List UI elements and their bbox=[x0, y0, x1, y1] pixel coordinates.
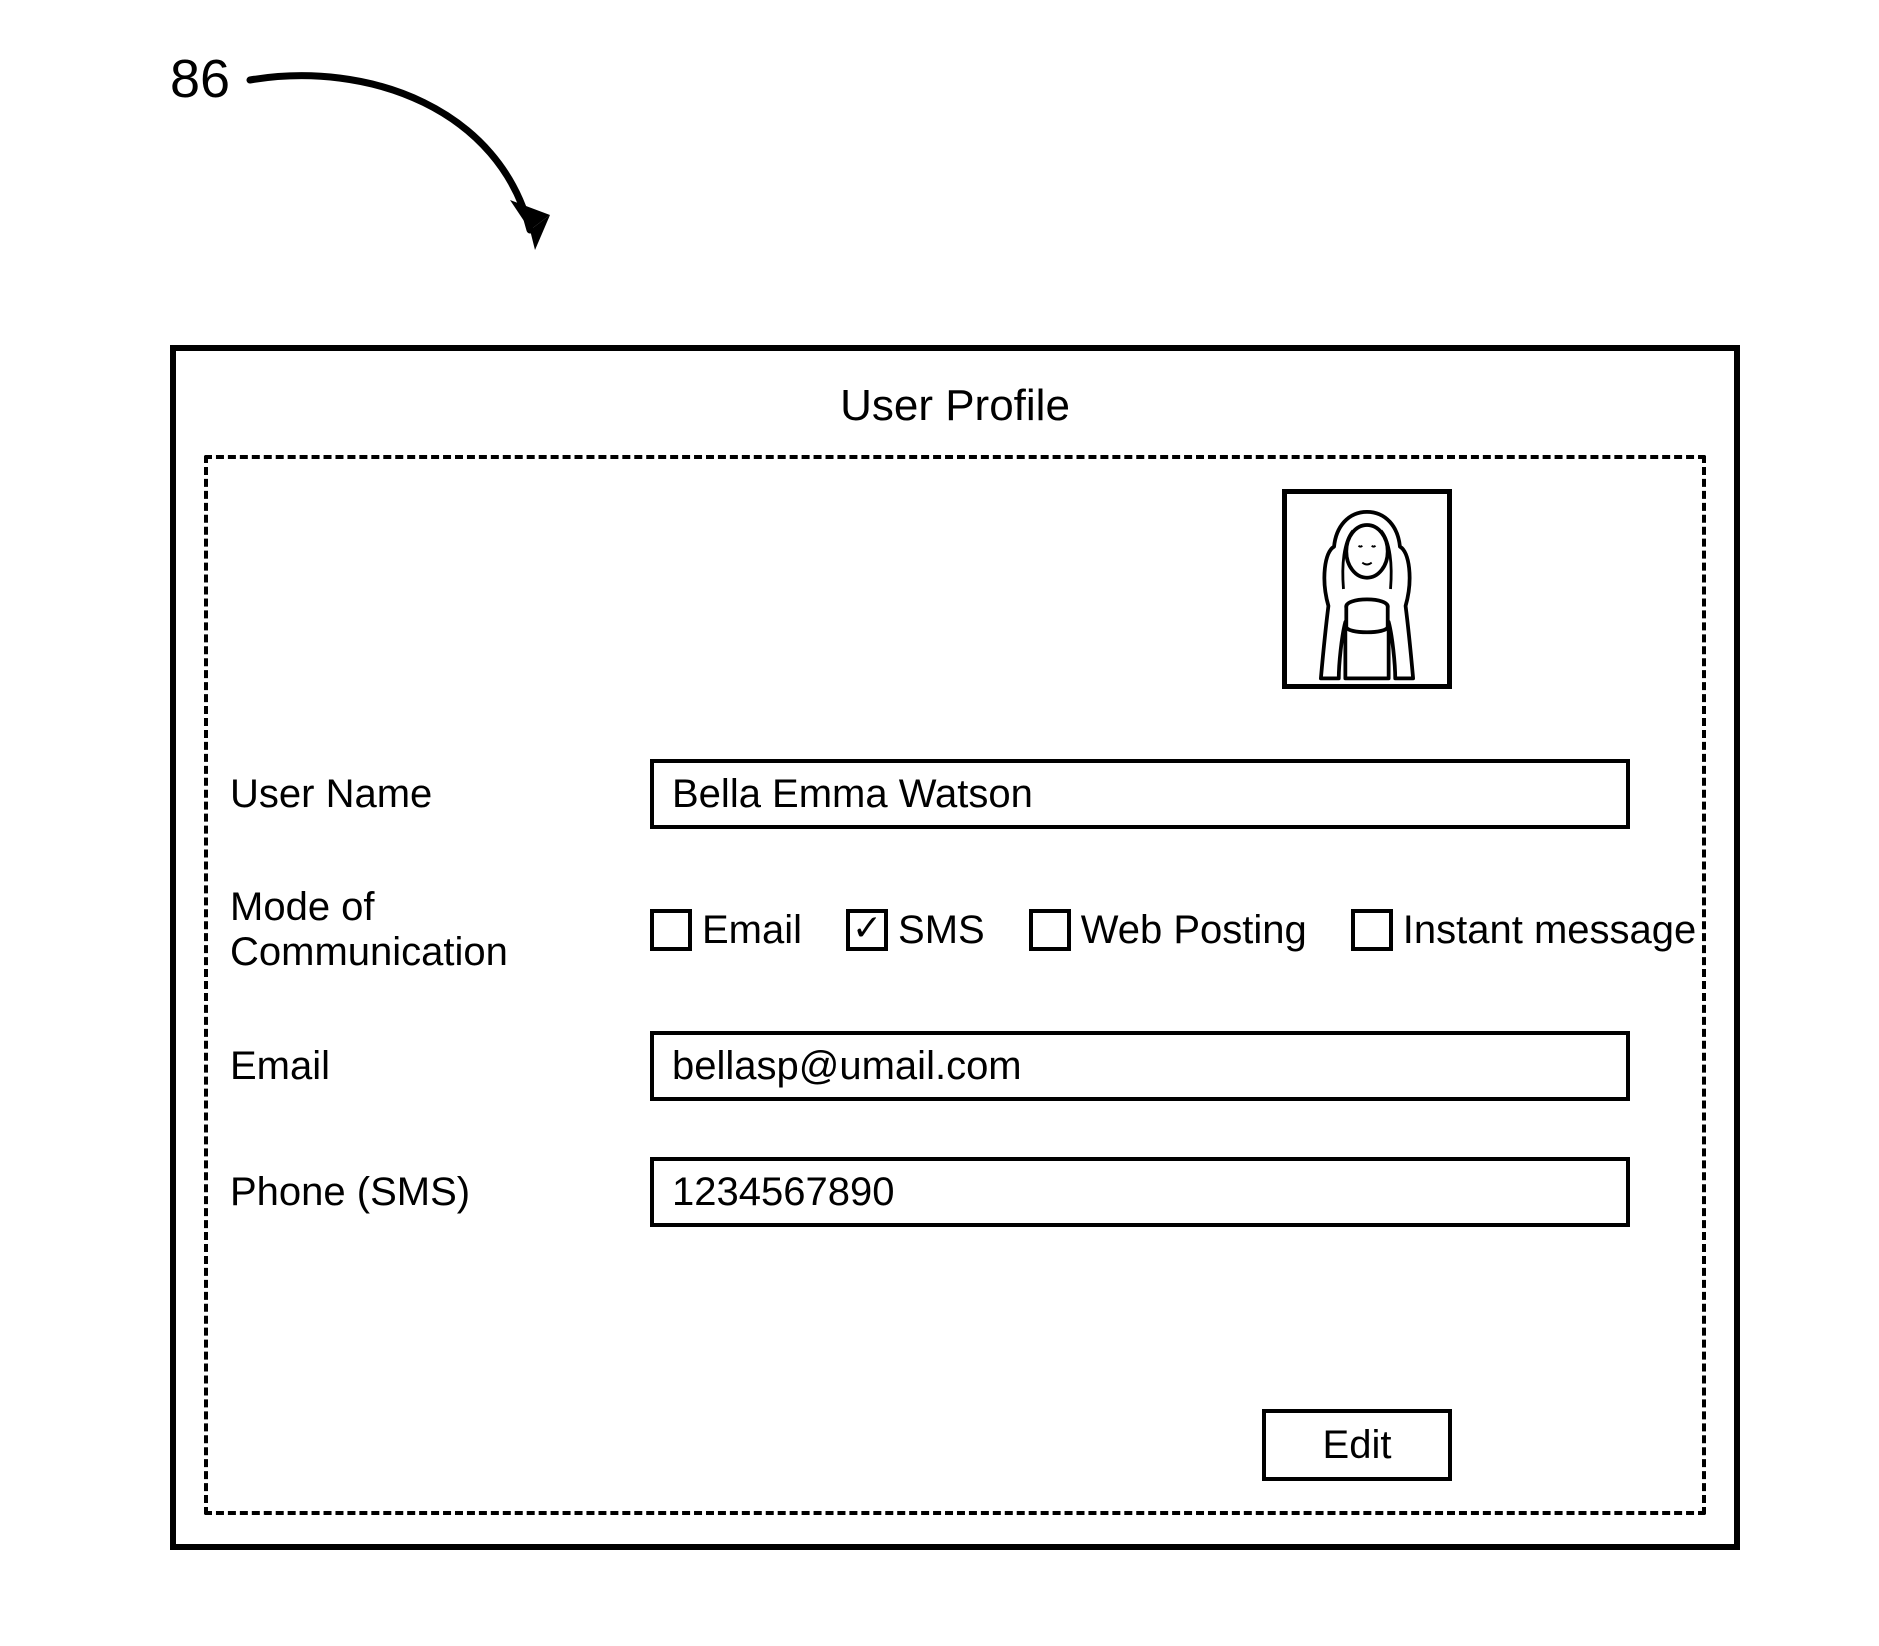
username-value: Bella Emma Watson bbox=[672, 772, 1033, 817]
avatar bbox=[1282, 489, 1452, 689]
phone-value: 1234567890 bbox=[672, 1170, 894, 1215]
row-phone: Phone (SMS) 1234567890 bbox=[230, 1157, 1680, 1227]
checkbox-icon bbox=[650, 909, 692, 951]
mode-email-label: Email bbox=[702, 908, 802, 953]
mode-sms-option[interactable]: SMS bbox=[846, 908, 985, 953]
edit-button[interactable]: Edit bbox=[1262, 1409, 1452, 1481]
mode-im-option[interactable]: Instant message bbox=[1351, 908, 1697, 953]
page-root: 86 User Profile bbox=[0, 0, 1879, 1646]
mode-web-option[interactable]: Web Posting bbox=[1029, 908, 1307, 953]
label-email: Email bbox=[230, 1044, 650, 1089]
mode-checkbox-group: Email SMS Web Posting Instant me bbox=[650, 908, 1724, 953]
row-email: Email bellasp@umail.com bbox=[230, 1031, 1680, 1101]
row-username: User Name Bella Emma Watson bbox=[230, 759, 1680, 829]
mode-web-label: Web Posting bbox=[1081, 908, 1307, 953]
mode-im-label: Instant message bbox=[1403, 908, 1697, 953]
user-profile-window: User Profile User Name bbox=[170, 345, 1740, 1550]
email-value: bellasp@umail.com bbox=[672, 1044, 1022, 1089]
mode-sms-label: SMS bbox=[898, 908, 985, 953]
email-field[interactable]: bellasp@umail.com bbox=[650, 1031, 1630, 1101]
edit-button-label: Edit bbox=[1323, 1423, 1392, 1468]
checkbox-icon bbox=[1029, 909, 1071, 951]
window-title: User Profile bbox=[176, 351, 1734, 455]
profile-form-panel: User Name Bella Emma Watson Mode of Comm… bbox=[204, 455, 1706, 1515]
checkbox-icon bbox=[1351, 909, 1393, 951]
avatar-icon bbox=[1287, 494, 1447, 684]
phone-field[interactable]: 1234567890 bbox=[650, 1157, 1630, 1227]
checkbox-icon bbox=[846, 909, 888, 951]
row-mode: Mode of Communication Email SMS We bbox=[230, 885, 1680, 975]
label-mode: Mode of Communication bbox=[230, 885, 650, 975]
username-field[interactable]: Bella Emma Watson bbox=[650, 759, 1630, 829]
label-username: User Name bbox=[230, 772, 650, 817]
mode-email-option[interactable]: Email bbox=[650, 908, 802, 953]
label-phone: Phone (SMS) bbox=[230, 1170, 650, 1215]
callout-arrow-icon bbox=[220, 50, 580, 290]
